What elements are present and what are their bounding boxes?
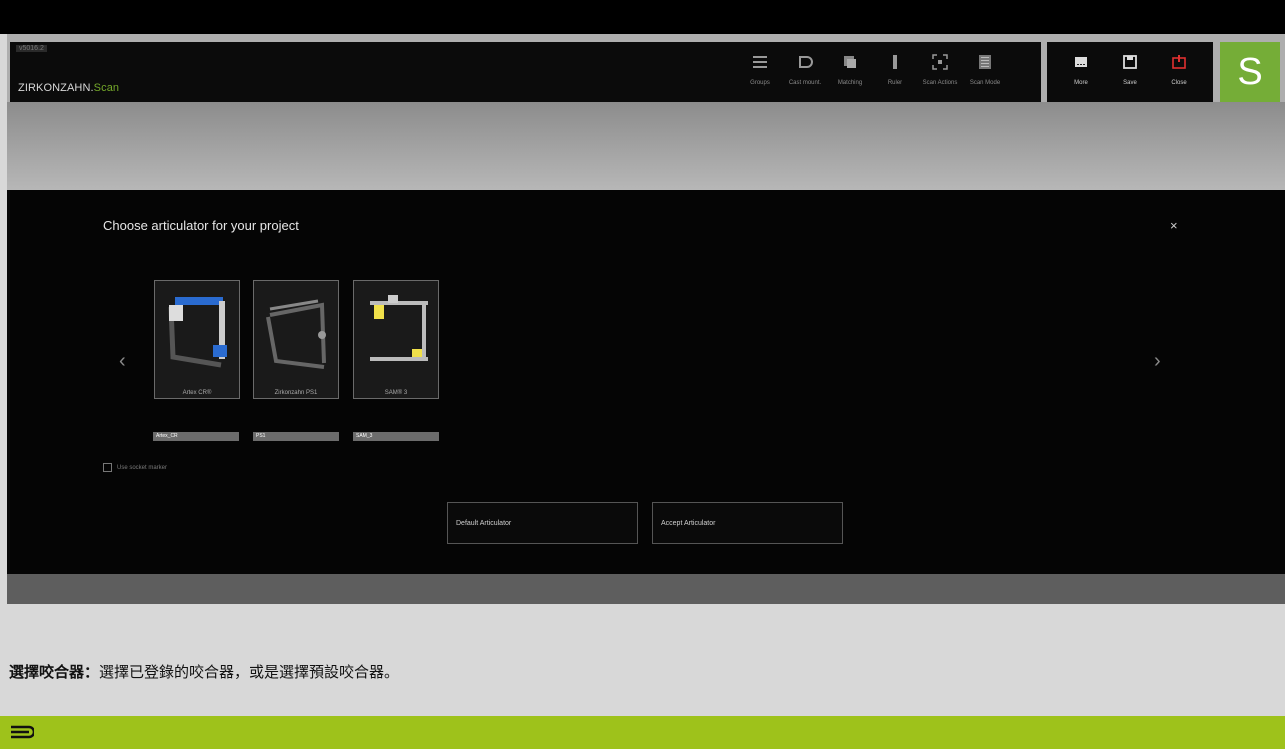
close-icon[interactable]: × [1170, 218, 1178, 233]
articulator-field-sam3[interactable]: SAM_3 [353, 432, 439, 441]
scan-mode-icon [960, 51, 1010, 73]
app-brand: ZIRKONZAHN.Scan [18, 82, 119, 94]
app-logo[interactable]: S [1220, 42, 1280, 102]
matching-button[interactable]: Matching [825, 51, 875, 86]
footer-bar [0, 716, 1285, 749]
scan-actions-button[interactable]: Scan Actions [915, 51, 965, 86]
status-strip [7, 574, 1285, 604]
more-button[interactable]: More [1056, 51, 1106, 86]
toolbar-right: More Save Close [1047, 42, 1213, 102]
checkbox-label: Use socket marker [117, 464, 168, 471]
articulator-dialog: Choose articulator for your project × ‹ … [7, 190, 1285, 574]
close-button[interactable]: Close [1154, 51, 1204, 86]
default-articulator-button[interactable]: Default Articulator [447, 502, 638, 544]
accept-articulator-button[interactable]: Accept Articulator [652, 502, 843, 544]
brand-accent: Scan [93, 82, 120, 94]
articulator-field-artex[interactable]: Artex_CR [153, 432, 239, 441]
cast-mount-label: Cast mount. [788, 80, 822, 86]
save-icon [1105, 51, 1155, 73]
sam3-articulator-image [370, 295, 428, 361]
cast-mount-button[interactable]: Cast mount. [780, 51, 830, 86]
ps1-articulator-image [266, 299, 326, 369]
save-button[interactable]: Save [1105, 51, 1155, 86]
ruler-icon [870, 51, 920, 73]
caption-text: 選擇已登錄的咬合器，或是選擇預設咬合器。 [99, 663, 400, 681]
caption-bold: 選擇咬合器： [9, 663, 100, 681]
artex-articulator-image [168, 297, 227, 368]
checkbox-box[interactable] [103, 463, 112, 472]
groups-button[interactable]: Groups [735, 51, 785, 86]
scan-actions-label: Scan Actions [922, 80, 958, 86]
groups-icon [735, 51, 785, 73]
matching-label: Matching [837, 80, 863, 86]
scan-mode-button[interactable]: Scan Mode [960, 51, 1010, 86]
caption: 選擇咬合器：選擇已登錄的咬合器，或是選擇預設咬合器。 [9, 661, 399, 682]
articulator-field-ps1[interactable]: PS1 [253, 432, 339, 441]
matching-icon [825, 51, 875, 73]
close-label: Close [1171, 80, 1187, 86]
power-icon [1154, 51, 1204, 73]
articulator-name: SAM® 3 [384, 390, 408, 396]
toolbar-main: v5016.2 ZIRKONZAHN.Scan Groups Cast moun… [10, 42, 1041, 102]
socket-marker-checkbox[interactable]: Use socket marker [103, 463, 167, 472]
workspace-area [7, 102, 1285, 190]
scan-mode-label: Scan Mode [969, 80, 1001, 86]
more-label: More [1074, 80, 1088, 86]
next-arrow-icon[interactable]: › [1154, 350, 1161, 373]
articulator-card-artex[interactable]: Artex CR® [154, 280, 240, 399]
top-band [0, 0, 1285, 34]
save-label: Save [1123, 80, 1137, 86]
articulator-name: Artex CR® [182, 390, 212, 396]
articulator-name: Zirkonzahn PS1 [274, 390, 318, 396]
scan-actions-icon [915, 51, 965, 73]
version-label: v5016.2 [16, 45, 47, 52]
brand-main: ZIRKONZAHN. [18, 82, 94, 94]
footer-logo-icon [11, 725, 34, 739]
articulator-card-ps1[interactable]: Zirkonzahn PS1 [253, 280, 339, 399]
app-window: v5016.2 ZIRKONZAHN.Scan Groups Cast moun… [7, 34, 1285, 604]
articulator-card-sam3[interactable]: SAM® 3 [353, 280, 439, 399]
ruler-button[interactable]: Ruler [870, 51, 920, 86]
cast-mount-icon [780, 51, 830, 73]
dialog-title: Choose articulator for your project [103, 218, 299, 233]
more-icon [1056, 51, 1106, 73]
ruler-label: Ruler [887, 80, 903, 86]
groups-label: Groups [750, 80, 770, 86]
prev-arrow-icon[interactable]: ‹ [119, 350, 126, 373]
